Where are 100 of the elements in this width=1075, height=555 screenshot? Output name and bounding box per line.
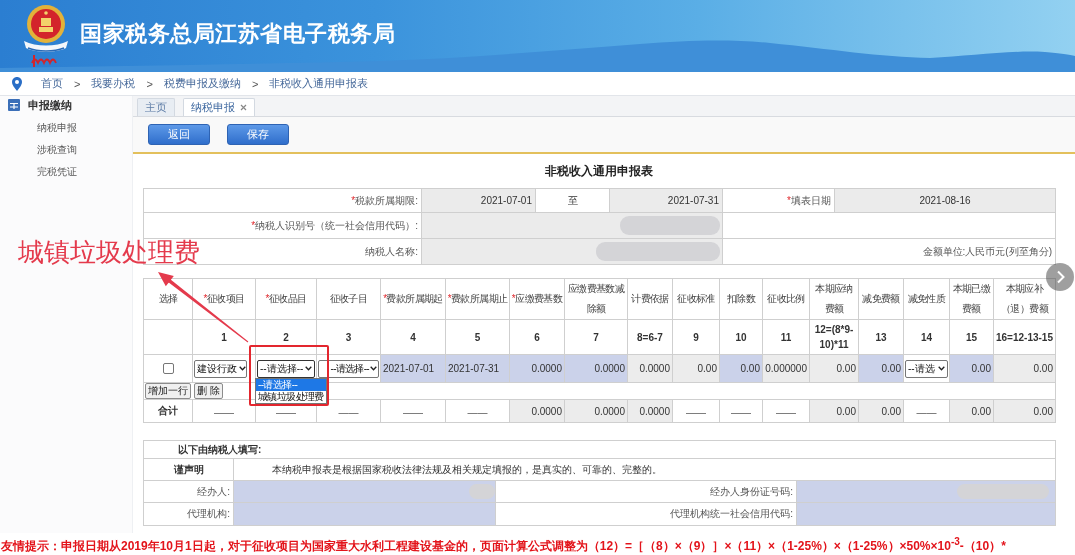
redaction-blur xyxy=(469,484,495,499)
field-label: *税款所属期限: xyxy=(351,194,418,206)
field-label: *纳税人识别号（统一社会信用代码）: xyxy=(251,219,418,231)
breadcrumb-current: 非税收入通用申报表 xyxy=(269,76,369,91)
date-field: 2021-08-16 xyxy=(834,188,1056,213)
column-header: *费款所属期起 xyxy=(383,292,443,306)
column-header: *应缴费基数 xyxy=(511,292,563,306)
sidebar-group-title[interactable]: 申报缴纳 xyxy=(28,97,72,113)
breadcrumb-link[interactable]: 税费申报及缴纳 xyxy=(163,76,241,91)
column-header: 选择 xyxy=(158,292,178,306)
column-header: *征收品目 xyxy=(265,292,307,306)
column-number: 8=6-7 xyxy=(637,330,663,345)
column-number: 5 xyxy=(474,330,481,345)
chevron-right-icon xyxy=(1055,270,1065,284)
row-action-button[interactable]: 删 除 xyxy=(194,383,223,399)
caret-icon xyxy=(305,366,313,371)
input-field[interactable] xyxy=(233,502,496,526)
column-header: *费款所属期止 xyxy=(447,292,508,306)
table-cell: —— xyxy=(762,399,810,423)
breadcrumb-separator: > xyxy=(251,77,259,90)
editable-cell[interactable]: 0.0000 xyxy=(564,354,628,383)
column-header: *征收项目 xyxy=(203,292,245,306)
column-header: 计费依据 xyxy=(631,292,669,306)
tab[interactable]: 纳税申报 xyxy=(183,98,255,116)
sidebar-item[interactable]: 完税凭证 xyxy=(37,165,77,179)
breadcrumb-separator: > xyxy=(146,77,153,90)
caret-icon xyxy=(239,366,246,371)
section-heading: 以下由纳税人填写: xyxy=(178,443,262,455)
column-number: 15 xyxy=(965,330,978,345)
table-cell: —— xyxy=(445,399,510,423)
column-header: 应缴费基数减除额 xyxy=(566,282,626,316)
breadcrumb-link[interactable]: 我要办税 xyxy=(91,76,136,91)
column-header: 本期已缴费额 xyxy=(951,282,992,316)
field-label: 代理机构: xyxy=(187,508,230,519)
column-header: 征收子目 xyxy=(329,292,368,306)
form-title: 非税收入通用申报表 xyxy=(545,163,653,179)
column-header: 减免费额 xyxy=(862,292,900,306)
currency-note: 金额单位:人民币元(列至角分) xyxy=(922,245,1052,257)
tab[interactable]: 主页 xyxy=(137,98,175,116)
field-label: 经办人: xyxy=(197,485,230,497)
location-pin-icon xyxy=(12,76,22,91)
statement-text: 本纳税申报表是根据国家税收法律法规及相关规定填报的，是真实的、可靠的、完整的。 xyxy=(272,463,662,475)
date-field: 2021-07-01 xyxy=(421,188,536,213)
table-cell: 0.00 xyxy=(993,354,1056,383)
column-number: 3 xyxy=(345,330,352,345)
site-title: 国家税务总局江苏省电子税务局 xyxy=(80,20,395,48)
field-label: 经办人身份证号码: xyxy=(710,485,793,497)
select-field[interactable]: --请选择-- xyxy=(257,359,315,378)
caret-icon xyxy=(938,366,945,371)
dropdown-option[interactable]: --请选择-- xyxy=(256,379,326,391)
column-header: 减免性质 xyxy=(907,292,946,306)
table-cell: —— xyxy=(903,399,950,423)
column-number: 1 xyxy=(221,330,227,345)
column-number: 14 xyxy=(920,330,933,345)
close-icon[interactable] xyxy=(240,104,247,111)
column-number: 16=12-13-15 xyxy=(996,330,1053,345)
column-number: 9 xyxy=(693,330,699,345)
field-label: 代理机构统一社会信用代码: xyxy=(670,508,793,519)
grid-icon xyxy=(8,99,20,111)
input-field[interactable] xyxy=(233,480,496,503)
editable-cell[interactable]: 2021-07-01 xyxy=(380,354,446,383)
select-field[interactable]: --请选择-- xyxy=(318,359,379,378)
column-number: 13 xyxy=(875,330,887,345)
total-label: 合计 xyxy=(143,399,193,423)
select-field[interactable]: --请选 xyxy=(905,359,948,378)
range-separator: 至 xyxy=(535,188,610,213)
column-header: 征收比例 xyxy=(767,292,805,306)
sidebar-item[interactable]: 纳税申报 xyxy=(37,121,77,135)
input-field[interactable] xyxy=(796,502,1056,526)
row-action-button[interactable]: 增加一行 xyxy=(145,383,191,399)
table-cell: —— xyxy=(672,399,720,423)
column-header: 征收标准 xyxy=(677,292,715,306)
column-number: 11 xyxy=(780,330,792,345)
statement-label: 谨声明 xyxy=(143,458,234,481)
select-field[interactable]: 建设行政 xyxy=(194,359,247,378)
table-cell: —— xyxy=(719,399,763,423)
field-label: *填表日期 xyxy=(787,194,831,206)
breadcrumb-separator: > xyxy=(74,77,81,90)
notice-text: 友情提示：申报日期从2019年10月1日起，对于征收项目为国家重大水利工程建设基金的，页面计算公式调整为（12）=［（8）×（9）］×（11）×（1-25%）×（1-25%）×50%×10$^{-3}$-（10）* xyxy=(1,535,1006,554)
table-cell: —— xyxy=(380,399,446,423)
callout-text: 城镇垃圾处理费 xyxy=(18,237,200,267)
column-header: 本期应纳费额 xyxy=(814,282,854,316)
column-number: 2 xyxy=(283,330,289,345)
toolbar-button[interactable]: 返回 xyxy=(148,124,210,145)
column-number: 4 xyxy=(410,330,416,345)
column-number: 12=(8*9-10)*11 xyxy=(813,323,855,352)
breadcrumb-link[interactable]: 首页 xyxy=(41,76,63,91)
column-header: 本期应补（退）费额 xyxy=(1000,282,1050,316)
editable-cell[interactable]: 2021-07-31 xyxy=(445,354,510,383)
date-field: 2021-07-31 xyxy=(609,188,723,213)
column-number: 6 xyxy=(534,330,540,345)
input-field[interactable] xyxy=(796,480,1056,503)
sidebar-item[interactable]: 涉税查询 xyxy=(37,143,77,157)
toolbar-button[interactable]: 保存 xyxy=(227,124,289,145)
column-number: 7 xyxy=(593,330,599,345)
column-header: 扣除数 xyxy=(726,292,756,306)
next-button[interactable] xyxy=(1046,263,1074,291)
field-label: 纳税人名称: xyxy=(365,245,418,257)
caret-icon xyxy=(370,366,377,371)
checkbox[interactable] xyxy=(162,363,174,375)
